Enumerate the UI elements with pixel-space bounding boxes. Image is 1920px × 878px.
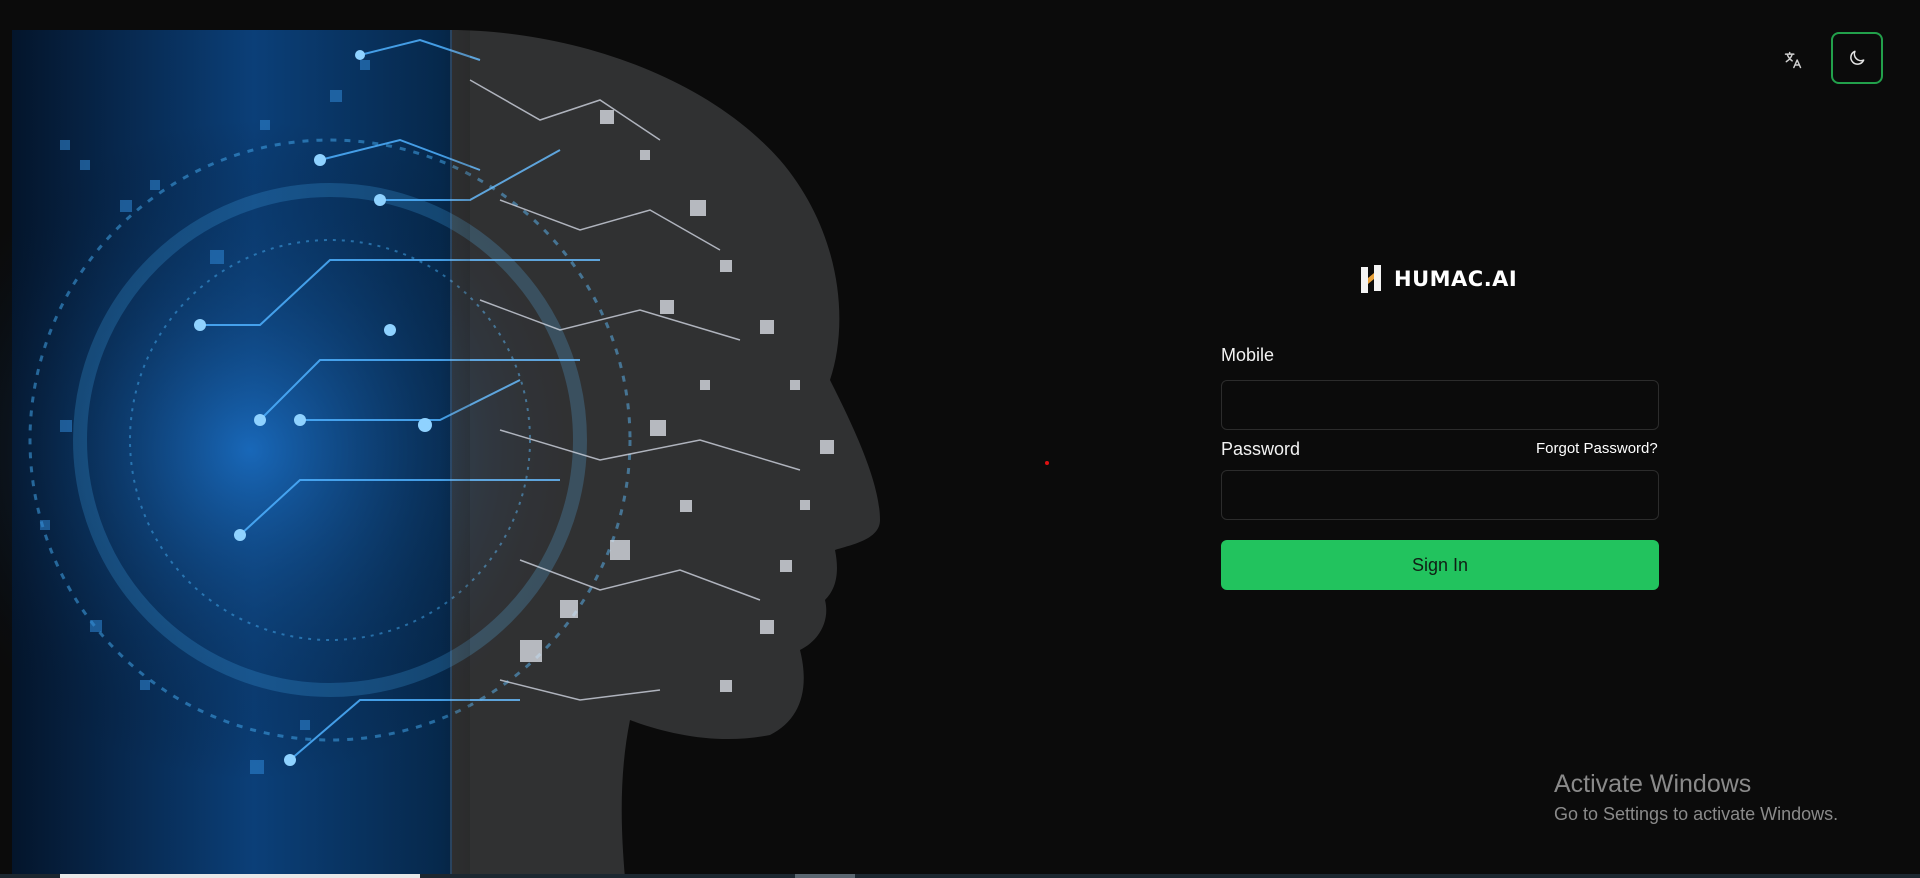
moon-icon xyxy=(1850,50,1865,65)
activate-windows-title: Activate Windows xyxy=(1554,770,1752,798)
password-label: Password xyxy=(1221,439,1301,459)
activate-windows-subtitle: Go to Settings to activate Windows. xyxy=(1554,804,1839,824)
login-page: HUMAC.AI Mobile Password Forgot Password… xyxy=(0,0,1920,878)
mobile-label: Mobile xyxy=(1221,345,1275,365)
hero-image xyxy=(0,0,900,878)
humac-logo-icon xyxy=(1361,265,1381,293)
translate-button[interactable] xyxy=(1770,40,1816,80)
brand-logo: HUMAC.AI xyxy=(1360,264,1517,294)
cursor-dot xyxy=(1045,461,1049,465)
translate-icon xyxy=(1784,51,1802,69)
sign-in-button[interactable]: Sign In xyxy=(1221,540,1659,590)
forgot-password-link[interactable]: Forgot Password? xyxy=(1536,440,1658,457)
scrollbar-marker xyxy=(795,874,855,878)
mobile-input[interactable] xyxy=(1221,380,1659,430)
theme-toggle-button[interactable] xyxy=(1831,32,1883,84)
scrollbar-thumb[interactable] xyxy=(60,874,420,878)
brand-name: HUMAC.AI xyxy=(1394,267,1518,291)
password-input[interactable] xyxy=(1221,470,1659,520)
